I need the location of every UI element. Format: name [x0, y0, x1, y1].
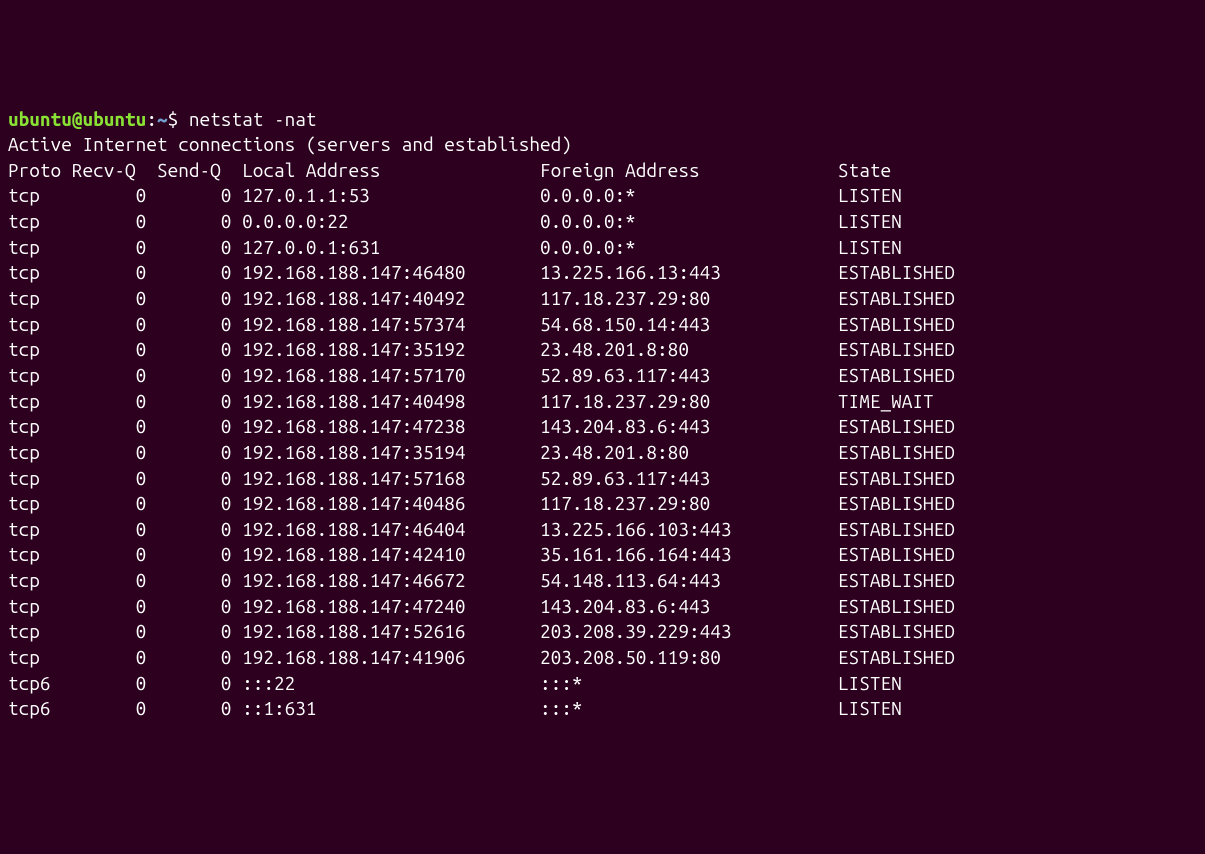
connection-row: tcp 0 0 127.0.0.1:631 0.0.0.0:* LISTEN	[8, 235, 1197, 261]
connection-row: tcp 0 0 192.168.188.147:57374 54.68.150.…	[8, 312, 1197, 338]
connection-row: tcp 0 0 192.168.188.147:46404 13.225.166…	[8, 517, 1197, 543]
connection-row: tcp6 0 0 :::22 :::* LISTEN	[8, 671, 1197, 697]
connection-row: tcp 0 0 192.168.188.147:35194 23.48.201.…	[8, 440, 1197, 466]
connection-row: tcp 0 0 127.0.1.1:53 0.0.0.0:* LISTEN	[8, 183, 1197, 209]
command-text: netstat -nat	[189, 108, 317, 130]
connection-row: tcp6 0 0 ::1:631 :::* LISTEN	[8, 696, 1197, 722]
prompt-user: ubuntu	[8, 108, 72, 130]
connection-row: tcp 0 0 192.168.188.147:47238 143.204.83…	[8, 414, 1197, 440]
terminal-output[interactable]: ubuntu@ubuntu:~$ netstat -natActive Inte…	[8, 107, 1197, 722]
prompt-line: ubuntu@ubuntu:~$ netstat -nat	[8, 107, 1197, 133]
connection-row: tcp 0 0 192.168.188.147:46672 54.148.113…	[8, 568, 1197, 594]
connection-row: tcp 0 0 192.168.188.147:40498 117.18.237…	[8, 389, 1197, 415]
connection-row: tcp 0 0 192.168.188.147:57170 52.89.63.1…	[8, 363, 1197, 389]
connection-row: tcp 0 0 192.168.188.147:40492 117.18.237…	[8, 286, 1197, 312]
connection-row: tcp 0 0 0.0.0.0:22 0.0.0.0:* LISTEN	[8, 209, 1197, 235]
prompt-host: ubuntu	[82, 108, 146, 130]
connection-row: tcp 0 0 192.168.188.147:47240 143.204.83…	[8, 594, 1197, 620]
connection-row: tcp 0 0 192.168.188.147:40486 117.18.237…	[8, 491, 1197, 517]
connection-row: tcp 0 0 192.168.188.147:46480 13.225.166…	[8, 260, 1197, 286]
prompt-colon: :	[146, 108, 157, 130]
prompt-at: @	[72, 108, 83, 130]
prompt-dollar: $	[168, 108, 189, 130]
connection-row: tcp 0 0 192.168.188.147:42410 35.161.166…	[8, 542, 1197, 568]
connection-row: tcp 0 0 192.168.188.147:41906 203.208.50…	[8, 645, 1197, 671]
connection-row: tcp 0 0 192.168.188.147:52616 203.208.39…	[8, 619, 1197, 645]
connection-row: tcp 0 0 192.168.188.147:35192 23.48.201.…	[8, 337, 1197, 363]
connections-header: Active Internet connections (servers and…	[8, 132, 1197, 158]
prompt-path: ~	[157, 108, 168, 130]
connection-row: tcp 0 0 192.168.188.147:57168 52.89.63.1…	[8, 466, 1197, 492]
columns-header: Proto Recv-Q Send-Q Local Address Foreig…	[8, 158, 1197, 184]
